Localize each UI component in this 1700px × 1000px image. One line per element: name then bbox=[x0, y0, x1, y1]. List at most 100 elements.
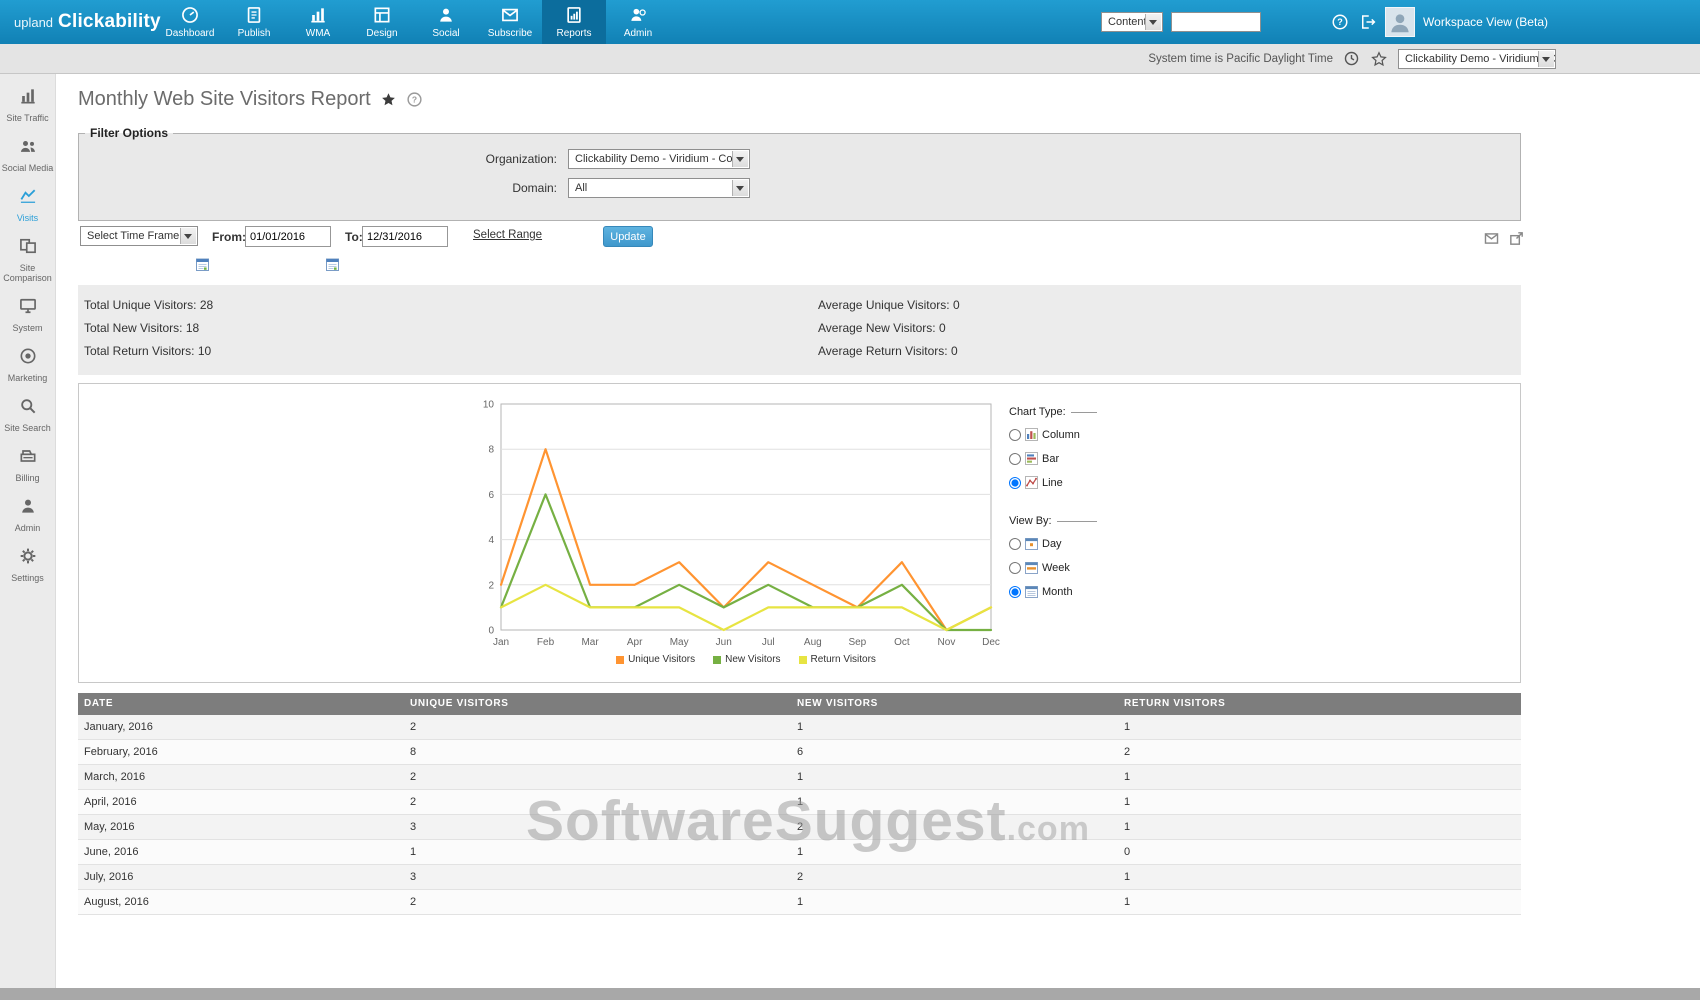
svg-text:Nov: Nov bbox=[938, 637, 956, 648]
subscribe-icon bbox=[500, 5, 520, 25]
clock-icon[interactable] bbox=[1343, 50, 1360, 67]
radio-label: Day bbox=[1042, 538, 1062, 550]
sidebar-item-visits[interactable]: Visits bbox=[0, 186, 56, 223]
table-cell: 2 bbox=[404, 715, 791, 740]
organization-select[interactable]: Clickability Demo - Viridium - Corporat bbox=[568, 149, 750, 169]
filter-options-fieldset: Filter Options Organization: Clickabilit… bbox=[78, 126, 1521, 221]
select-range-link[interactable]: Select Range bbox=[473, 229, 542, 241]
nav-item-subscribe[interactable]: Subscribe bbox=[478, 0, 542, 44]
report-title-row: Monthly Web Site Visitors Report ? bbox=[78, 88, 423, 111]
settings-icon bbox=[18, 546, 38, 571]
svg-text:?: ? bbox=[412, 94, 417, 104]
sidebar-item-site-traffic[interactable]: Site Traffic bbox=[0, 86, 56, 123]
chart-controls: Chart Type: ColumnBarLine View By: DayWe… bbox=[1009, 406, 1097, 609]
horizontal-scrollbar[interactable] bbox=[0, 988, 1700, 1000]
sidebar-item-system[interactable]: System bbox=[0, 296, 56, 333]
logout-icon[interactable] bbox=[1359, 13, 1377, 31]
upland-clickability-logo[interactable]: upland Clickability bbox=[0, 11, 158, 33]
nav-item-admin[interactable]: Admin bbox=[606, 0, 670, 44]
site-search-icon bbox=[18, 396, 38, 421]
chart-type-radio-line[interactable] bbox=[1009, 477, 1021, 489]
svg-text:Oct: Oct bbox=[894, 637, 910, 648]
sidebar-item-admin[interactable]: Admin bbox=[0, 496, 56, 533]
content-type-select-value: Content bbox=[1108, 16, 1147, 28]
view-by-radio-week[interactable] bbox=[1009, 562, 1021, 574]
table-row[interactable]: February, 2016862 bbox=[78, 740, 1521, 765]
email-report-icon[interactable] bbox=[1483, 230, 1500, 252]
timeframe-select[interactable]: Select Time Frame bbox=[80, 226, 198, 246]
sidebar-item-site-comparison[interactable]: Site Comparison bbox=[0, 236, 56, 283]
site-traffic-icon bbox=[18, 86, 38, 111]
domain-select[interactable]: All bbox=[568, 178, 750, 198]
sidebar-item-billing[interactable]: Billing bbox=[0, 446, 56, 483]
nav-item-label: WMA bbox=[306, 28, 330, 39]
svg-text:Feb: Feb bbox=[537, 637, 555, 648]
column-chart-mini-icon bbox=[1025, 428, 1038, 441]
update-button[interactable]: Update bbox=[603, 226, 653, 247]
table-cell: July, 2016 bbox=[78, 865, 404, 890]
domain-row: Domain: All bbox=[79, 178, 1520, 198]
sidebar-item-marketing[interactable]: Marketing bbox=[0, 346, 56, 383]
chart-type-options: Column Bar Line bbox=[1009, 428, 1097, 489]
from-date-input[interactable] bbox=[245, 226, 331, 247]
workspace-select-value: Clickability Demo - Viridium - Cc bbox=[1405, 53, 1556, 65]
domain-label: Domain: bbox=[79, 181, 568, 195]
table-row[interactable]: March, 2016211 bbox=[78, 765, 1521, 790]
visits-icon bbox=[18, 186, 38, 211]
nav-item-social[interactable]: Social bbox=[414, 0, 478, 44]
table-cell: 1 bbox=[791, 840, 1118, 865]
legend-item-return-visitors: Return Visitors bbox=[799, 654, 876, 665]
table-cell: 1 bbox=[1118, 765, 1521, 790]
to-calendar-icon[interactable] bbox=[326, 258, 339, 276]
to-date-input[interactable] bbox=[362, 226, 448, 247]
favorite-star-icon[interactable] bbox=[1370, 50, 1388, 68]
from-label: From: bbox=[212, 230, 246, 244]
from-calendar-icon[interactable] bbox=[196, 258, 209, 276]
legend-label: Return Visitors bbox=[811, 654, 876, 665]
table-row[interactable]: April, 2016211 bbox=[78, 790, 1521, 815]
table-row[interactable]: January, 2016211 bbox=[78, 715, 1521, 740]
nav-item-dashboard[interactable]: Dashboard bbox=[158, 0, 222, 44]
visitor-summary-panel: Total Unique Visitors: 28Total New Visit… bbox=[78, 285, 1521, 375]
sidebar-item-settings[interactable]: Settings bbox=[0, 546, 56, 583]
view-by-radio-month[interactable] bbox=[1009, 586, 1021, 598]
sidebar-admin-icon bbox=[18, 496, 38, 521]
chart-type-radio-column[interactable] bbox=[1009, 429, 1021, 441]
table-row[interactable]: August, 2016211 bbox=[78, 890, 1521, 915]
report-help-icon[interactable]: ? bbox=[406, 91, 423, 108]
nav-item-publish[interactable]: Publish bbox=[222, 0, 286, 44]
nav-item-wma[interactable]: WMA bbox=[286, 0, 350, 44]
sidebar-item-site-search[interactable]: Site Search bbox=[0, 396, 56, 433]
workspace-select[interactable]: Clickability Demo - Viridium - Cc bbox=[1398, 49, 1556, 69]
radio-option-day[interactable]: Day bbox=[1009, 537, 1097, 550]
global-search-input[interactable] bbox=[1171, 12, 1261, 32]
radio-option-month[interactable]: Month bbox=[1009, 585, 1097, 598]
chart-type-radio-bar[interactable] bbox=[1009, 453, 1021, 465]
nav-item-label: Admin bbox=[624, 28, 652, 39]
table-cell: 2 bbox=[791, 815, 1118, 840]
table-cell: 2 bbox=[404, 890, 791, 915]
radio-option-column[interactable]: Column bbox=[1009, 428, 1097, 441]
table-row[interactable]: July, 2016321 bbox=[78, 865, 1521, 890]
user-avatar[interactable] bbox=[1385, 7, 1415, 37]
nav-item-reports[interactable]: Reports bbox=[542, 0, 606, 44]
radio-option-bar[interactable]: Bar bbox=[1009, 452, 1097, 465]
content-type-select[interactable]: Content bbox=[1101, 12, 1163, 32]
favorite-report-star-icon[interactable] bbox=[380, 91, 397, 108]
legend-swatch bbox=[713, 656, 721, 664]
export-report-icon[interactable] bbox=[1508, 230, 1525, 252]
nav-item-design[interactable]: Design bbox=[350, 0, 414, 44]
radio-option-line[interactable]: Line bbox=[1009, 476, 1097, 489]
svg-text:Aug: Aug bbox=[804, 637, 822, 648]
sidebar-item-social-media[interactable]: Social Media bbox=[0, 136, 56, 173]
line-chart-mini-icon bbox=[1025, 476, 1038, 489]
sidebar-item-label: Settings bbox=[9, 573, 46, 583]
radio-label: Bar bbox=[1042, 453, 1059, 465]
table-cell: May, 2016 bbox=[78, 815, 404, 840]
help-icon[interactable]: ? bbox=[1331, 13, 1349, 31]
table-row[interactable]: May, 2016321 bbox=[78, 815, 1521, 840]
radio-option-week[interactable]: Week bbox=[1009, 561, 1097, 574]
view-by-radio-day[interactable] bbox=[1009, 538, 1021, 550]
table-cell: March, 2016 bbox=[78, 765, 404, 790]
table-row[interactable]: June, 2016110 bbox=[78, 840, 1521, 865]
